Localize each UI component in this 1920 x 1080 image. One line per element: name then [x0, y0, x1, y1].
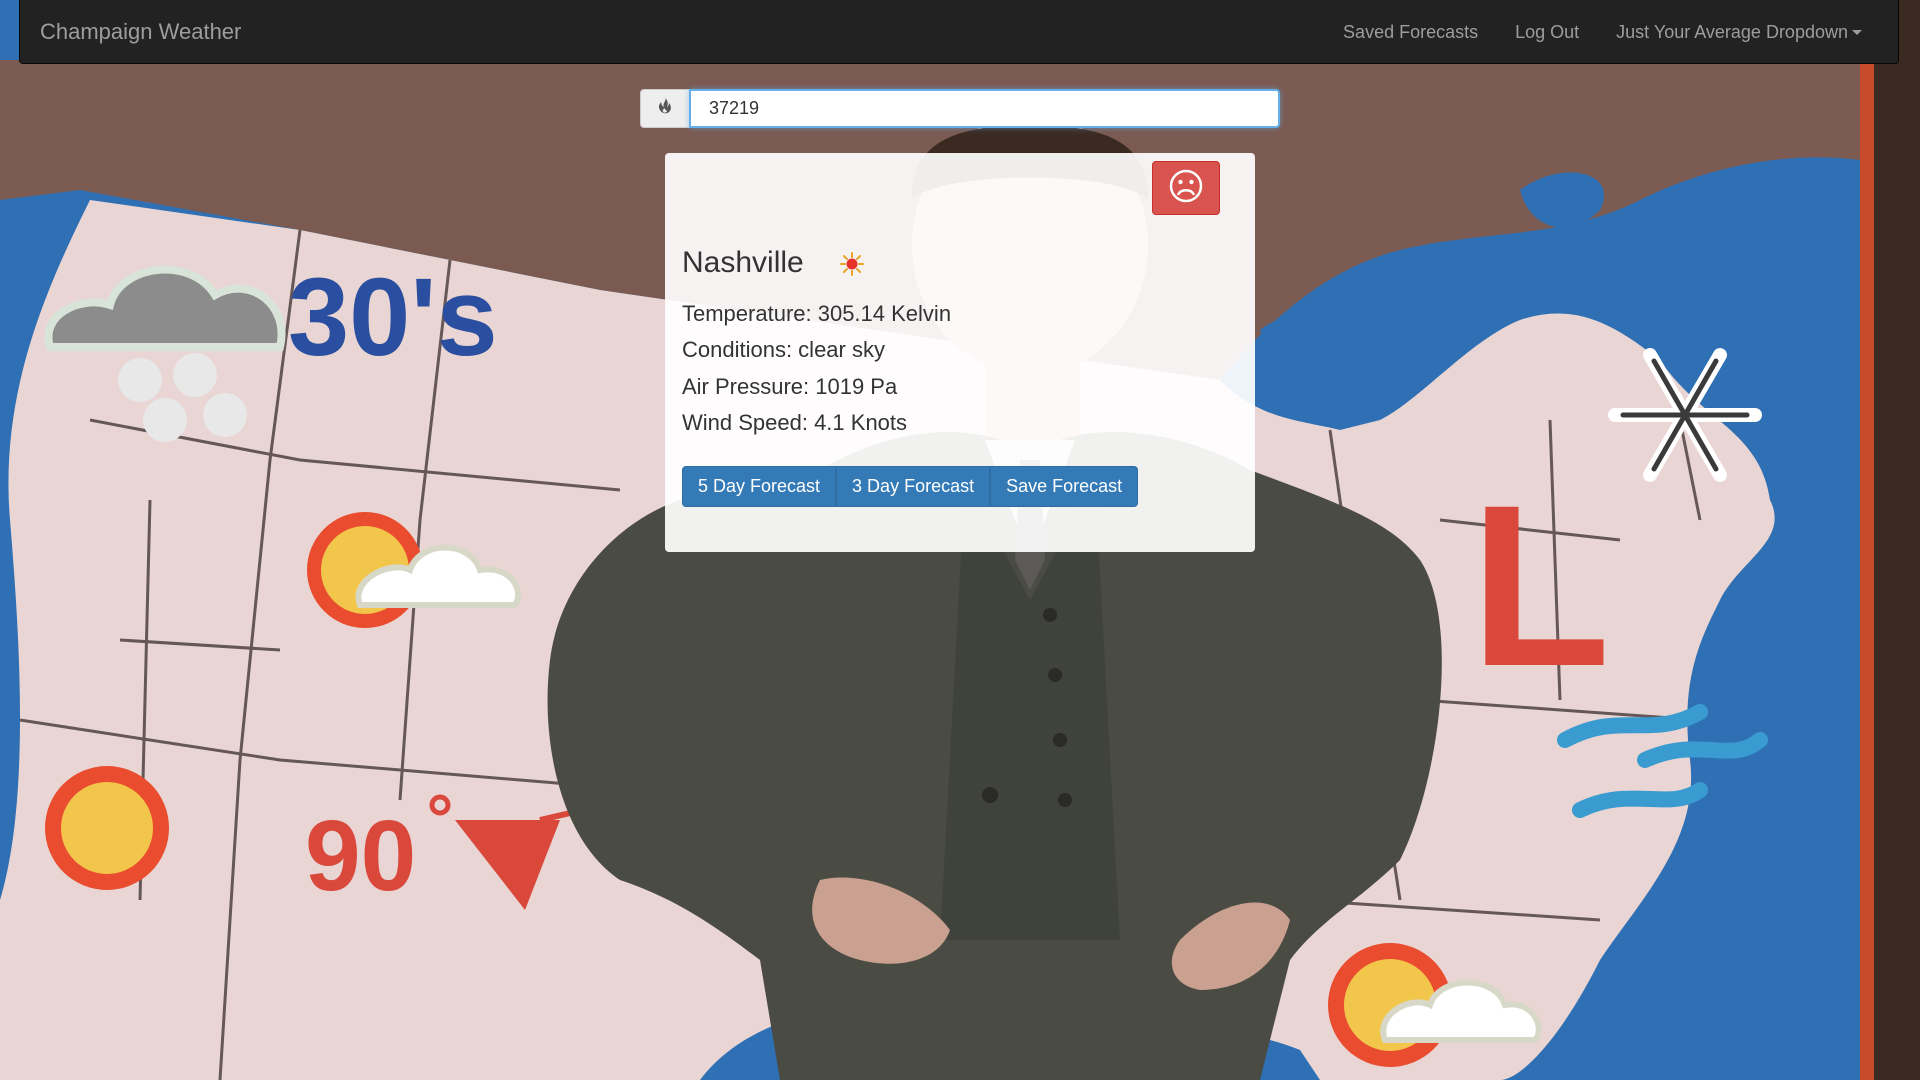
sun-icon — [840, 252, 864, 281]
nav-saved-forecasts[interactable]: Saved Forecasts — [1343, 22, 1478, 43]
forecast-button-group: 5 Day Forecast 3 Day Forecast Save Forec… — [682, 466, 1139, 507]
zip-search-group — [640, 89, 1280, 128]
dislike-button[interactable] — [1152, 161, 1220, 215]
wind-speed-text: Wind Speed: 4.1 Knots — [682, 409, 908, 435]
nav-dropdown-toggle[interactable]: Just Your Average Dropdown — [1616, 22, 1862, 43]
svg-text:30's: 30's — [288, 256, 498, 379]
air-pressure-text: Air Pressure: 1019 Pa — [682, 373, 898, 399]
zip-code-input[interactable] — [689, 89, 1280, 128]
conditions-text: Conditions: clear sky — [682, 337, 885, 363]
nav-dropdown-label: Just Your Average Dropdown — [1616, 21, 1848, 42]
navbar: Champaign Weather Saved Forecasts Log Ou… — [19, 0, 1899, 64]
save-forecast-button[interactable]: Save Forecast — [990, 466, 1139, 507]
city-name: Nashville — [682, 246, 804, 279]
navbar-links: Saved Forecasts Log Out Just Your Averag… — [1306, 0, 1862, 64]
three-day-forecast-button[interactable]: 3 Day Forecast — [836, 466, 991, 507]
brand-link[interactable]: Champaign Weather — [40, 18, 241, 46]
sad-face-icon — [1168, 168, 1204, 209]
search-addon — [640, 89, 689, 128]
temperature-text: Temperature: 305.14 Kelvin — [682, 301, 952, 326]
five-day-forecast-button[interactable]: 5 Day Forecast — [682, 466, 837, 507]
nav-log-out[interactable]: Log Out — [1515, 22, 1579, 43]
weather-stats: Temperature: 305.14 Kelvin Conditions: c… — [682, 296, 951, 441]
weather-card: Nashville Temperature: 305.14 Kelvin Con… — [665, 153, 1255, 552]
svg-text:90: 90 — [305, 800, 416, 912]
caret-down-icon — [1852, 29, 1862, 35]
fire-icon — [657, 97, 673, 120]
svg-text:L: L — [1470, 457, 1611, 714]
